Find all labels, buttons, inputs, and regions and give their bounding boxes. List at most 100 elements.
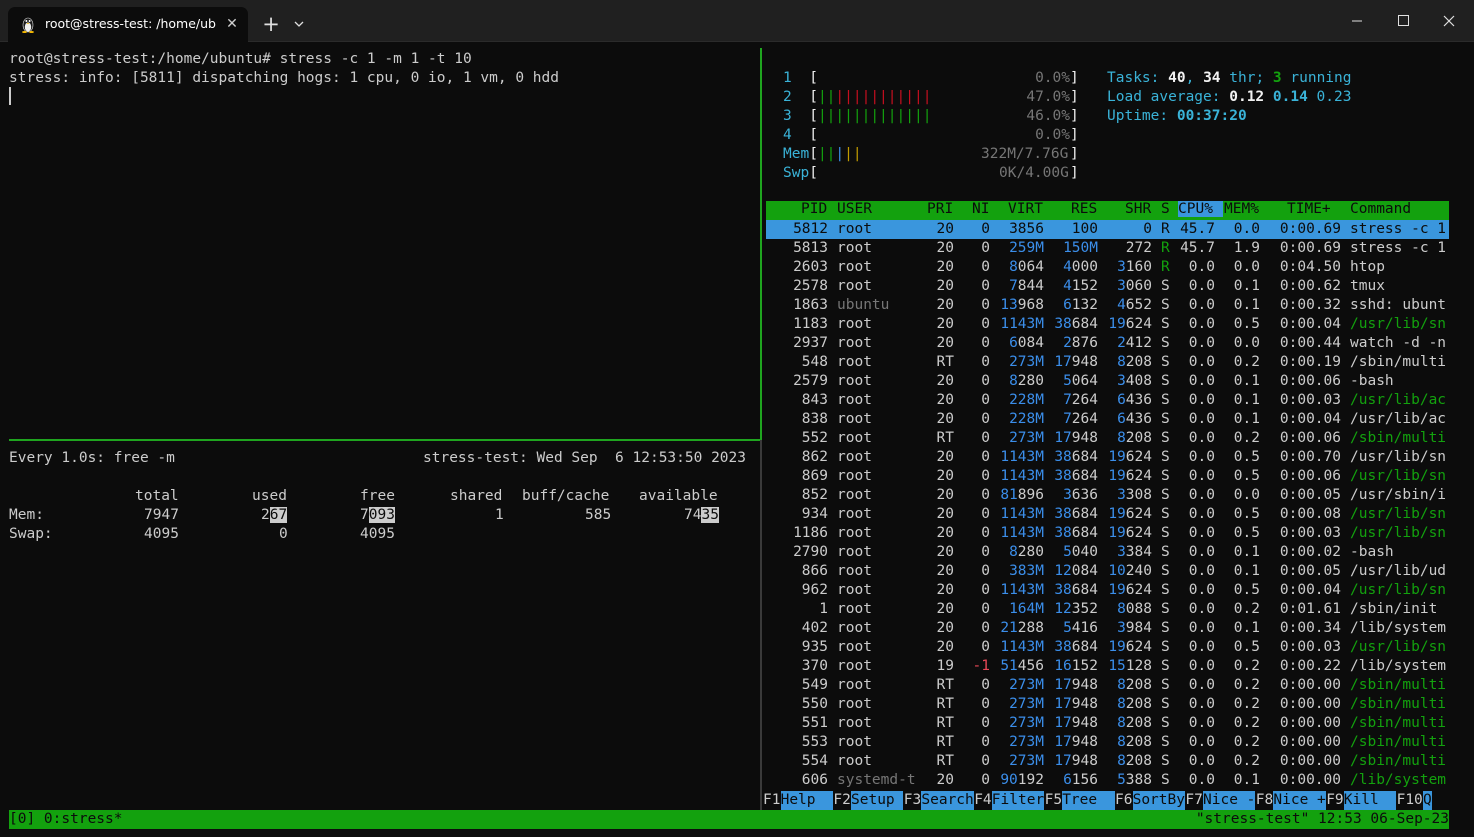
plus-icon[interactable]: +	[258, 11, 284, 37]
maximize-icon[interactable]	[1388, 6, 1418, 36]
fkey-f10[interactable]: F10	[1397, 791, 1423, 810]
process-row[interactable]: 2578 root 20 0 7844 4152 3060 S 0.0 0.1 0:00.62 tmu…	[766, 277, 1449, 296]
cell-s: S	[1161, 506, 1170, 522]
process-row[interactable]: 838 root 20 0 228M 7264 6436 S 0.0 0.1 0:00.04/usr…	[766, 410, 1449, 429]
fkey-f7[interactable]: F7	[1185, 791, 1202, 810]
cell-res: 7264	[1063, 392, 1098, 408]
cell-pid: 1	[819, 601, 828, 617]
pane-divider-horizontal[interactable]	[9, 439, 760, 441]
fkey-label[interactable]: Search	[921, 791, 974, 810]
fkey-label[interactable]: Tree	[1062, 791, 1115, 810]
cell-virt: 81896	[1000, 487, 1044, 503]
col-cpu[interactable]: CPU%	[1178, 201, 1223, 217]
swp-label: Swp	[783, 165, 810, 181]
process-row[interactable]: 2603 root 20 0 8064 4000 3160 R 0.0 0.0 0:04.50 hto…	[766, 258, 1449, 277]
process-row[interactable]: 370 root 19 -1 51456 16152 15128 S 0.0 0.2 0:00.22…	[766, 657, 1449, 676]
cell-cpu: 45.7	[1180, 221, 1215, 237]
process-row[interactable]: 2937 root 20 0 6084 2876 2412 S 0.0 0.0 0:00.44 wat…	[766, 334, 1449, 353]
col-time[interactable]: TIME+	[1287, 201, 1331, 217]
process-row[interactable]: 1 root 20 0 164M 12352 8088 S 0.0 0.2 0:01.61/sbin…	[766, 600, 1449, 619]
col-shr[interactable]: SHR	[1125, 201, 1151, 217]
fkey-label[interactable]: Filter	[991, 791, 1045, 810]
tmux-window-list[interactable]: [0] 0:stress*	[9, 810, 123, 829]
cell-cmd: /sbin/multi	[1350, 430, 1447, 446]
cell-mem: 0.1	[1233, 411, 1260, 427]
cell-virt: 51456	[1000, 658, 1044, 674]
col-mem[interactable]: MEM%	[1224, 201, 1259, 217]
cell-ni: 0	[981, 449, 990, 465]
close-icon[interactable]: ✕	[222, 14, 242, 34]
fkey-f3[interactable]: F3	[904, 791, 921, 810]
fkey-label[interactable]: Nice +	[1273, 791, 1326, 810]
fkey-label[interactable]: Nice -	[1203, 791, 1256, 810]
fkey-label[interactable]: SortBy	[1132, 791, 1185, 810]
process-row[interactable]: 962 root 20 0 1143M 38684 19624 S 0.0 0.5 0:00.04 /…	[766, 581, 1449, 600]
process-row[interactable]: 1186 root 20 0 1143M 38684 19624 S 0.0 0.5 0:00.03…	[766, 524, 1449, 543]
cell-cpu: 0.0	[1188, 753, 1215, 769]
cell-ni: 0	[981, 753, 990, 769]
fkey-f6[interactable]: F6	[1115, 791, 1132, 810]
process-row[interactable]: 554 root RT 0 273M 17948 8208 S 0.0 0.2 0:00.00/sb…	[766, 752, 1449, 771]
text-cursor[interactable]	[9, 87, 11, 105]
cell-user: root	[837, 335, 872, 351]
process-row[interactable]: 548 root RT 0 273M 17948 8208 S 0.0 0.2 0:00.19/sb…	[766, 353, 1449, 372]
process-row[interactable]: 934 root 20 0 1143M 38684 19624 S 0.0 0.5 0:00.08 /…	[766, 505, 1449, 524]
window-close-icon[interactable]	[1434, 6, 1464, 36]
minimize-icon[interactable]	[1342, 6, 1372, 36]
process-row[interactable]: 852 root 20 0 81896 3636 3308 S 0.0 0.0 0:00.05/us…	[766, 486, 1449, 505]
fkey-label[interactable]: Help	[780, 791, 833, 810]
process-row[interactable]: 552 root RT 0 273M 17948 8208 S 0.0 0.2 0:00.06/sb…	[766, 429, 1449, 448]
process-row[interactable]: 843 root 20 0 228M 7264 6436 S 0.0 0.1 0:00.03/usr…	[766, 391, 1449, 410]
process-row[interactable]: 551 root RT 0 273M 17948 8208 S 0.0 0.2 0:00.00/sb…	[766, 714, 1449, 733]
fkey-label[interactable]: Setup	[851, 791, 904, 810]
cell-s: S	[1161, 658, 1170, 674]
chevron-down-icon[interactable]	[288, 11, 310, 37]
col-s[interactable]: S	[1161, 201, 1170, 217]
fkey-label[interactable]: Kill	[1343, 791, 1397, 810]
terminal-tab[interactable]: root@stress-test: /home/ubu ✕	[8, 7, 248, 42]
cell-cpu: 0.0	[1188, 354, 1215, 370]
cell-cmd: /lib/system	[1350, 620, 1447, 636]
process-row[interactable]: 1183 root 20 0 1143M 38684 19624 S 0.0 0.5 0:00.04…	[766, 315, 1449, 334]
col-pri[interactable]: PRI	[927, 201, 953, 217]
process-row[interactable]: 1863 ubuntu 20 0 13968 6132 4652 S 0.0 0.1 0:00.32…	[766, 296, 1449, 315]
col-ni[interactable]: NI	[972, 201, 989, 217]
cell-pri: RT	[936, 677, 954, 693]
process-row[interactable]: 5812 root 20 0 3856 100 0 R 45.7 0.0 0:00.69 stress…	[766, 220, 1449, 239]
process-row[interactable]: 402 root 20 0 21288 5416 3984 S 0.0 0.1 0:00.34/li…	[766, 619, 1449, 638]
col-res[interactable]: RES	[1071, 201, 1097, 217]
col-command[interactable]: Command	[1350, 201, 1411, 217]
cell-time: 0:00.03	[1279, 525, 1341, 541]
process-row[interactable]: 606 systemd-t 20 0 90192 6156 5388 S 0.0 0.1 0:00.…	[766, 771, 1449, 790]
process-row[interactable]: 549 root RT 0 273M 17948 8208 S 0.0 0.2 0:00.00/sb…	[766, 676, 1449, 695]
fkey-f2[interactable]: F2	[833, 791, 850, 810]
fkey-f9[interactable]: F9	[1326, 791, 1343, 810]
process-row[interactable]: 862 root 20 0 1143M 38684 19624 S 0.0 0.5 0:00.70 /…	[766, 448, 1449, 467]
fkey-f8[interactable]: F8	[1256, 791, 1273, 810]
process-row[interactable]: 2790 root 20 0 8280 5040 3384 S 0.0 0.1 0:00.02 -ba…	[766, 543, 1449, 562]
fkey-label[interactable]: Q	[1423, 791, 1432, 810]
load-15: 0.23	[1316, 89, 1352, 105]
process-row[interactable]: 935 root 20 0 1143M 38684 19624 S 0.0 0.5 0:00.03 /…	[766, 638, 1449, 657]
running-count: 3	[1272, 70, 1282, 86]
cell-cmd: /usr/lib/sn	[1350, 449, 1447, 465]
free-col-shared: shared	[450, 488, 503, 504]
pane-divider-vertical[interactable]	[760, 48, 762, 810]
process-table-header[interactable]: PID USER PRI NI VIRT RES SHR S CPU% MEM%…	[766, 201, 1449, 220]
fkey-f1[interactable]: F1	[763, 791, 780, 810]
process-row[interactable]: 550 root RT 0 273M 17948 8208 S 0.0 0.2 0:00.00/sb…	[766, 695, 1449, 714]
process-row[interactable]: 866 root 20 0 383M 12084 10240 S 0.0 0.1 0:00.05/u…	[766, 562, 1449, 581]
cell-s: S	[1161, 487, 1170, 503]
cell-time: 0:00.00	[1279, 753, 1341, 769]
fkey-f5[interactable]: F5	[1045, 791, 1062, 810]
col-virt[interactable]: VIRT	[1008, 201, 1043, 217]
process-row[interactable]: 2579 root 20 0 8280 5064 3408 S 0.0 0.1 0:00.06 -ba…	[766, 372, 1449, 391]
col-pid[interactable]: PID	[801, 201, 827, 217]
free-mem-used-b: 67	[269, 507, 288, 523]
process-row[interactable]: 869 root 20 0 1143M 38684 19624 S 0.0 0.5 0:00.06 /…	[766, 467, 1449, 486]
fkey-f4[interactable]: F4	[974, 791, 991, 810]
col-user[interactable]: USER	[837, 201, 872, 217]
process-row[interactable]: 553 root RT 0 273M 17948 8208 S 0.0 0.2 0:00.00/sb…	[766, 733, 1449, 752]
process-row[interactable]: 5813 root 20 0 259M 150M 272 R 45.7 1.9 0:00.69 str…	[766, 239, 1449, 258]
cell-s: S	[1161, 468, 1170, 484]
